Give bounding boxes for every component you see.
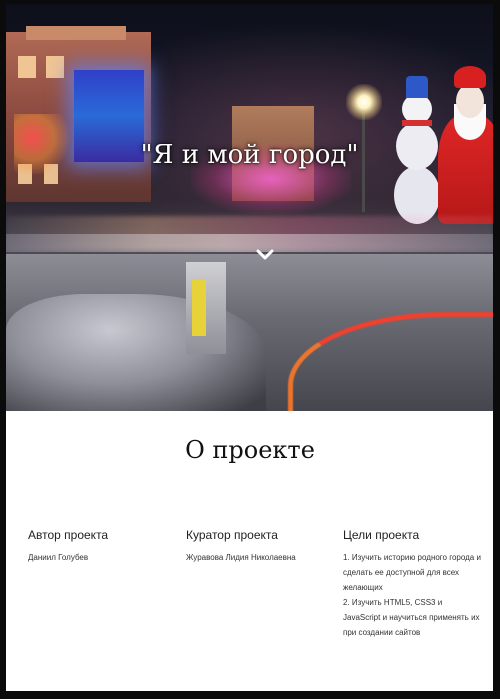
about-heading: О проекте [185,436,315,464]
curator-column: Куратор проекта Журавова Лидия Николаевн… [186,528,336,565]
goal-item: 2. Изучить HTML5, CSS3 и JavaScript и на… [343,598,480,637]
street-kiosk [186,262,226,354]
hero-section: "Я и мой город" [6,4,493,411]
goals-label: Цели проекта [343,528,420,542]
snow-bank [6,294,266,411]
curator-label: Куратор проекта [186,528,278,542]
hero-title: "Я и мой город" [140,140,359,170]
author-value: Даниил Голубев [28,553,89,562]
chevron-down-icon[interactable] [256,248,274,262]
street-lamp [346,84,382,120]
author-label: Автор проекта [28,528,109,542]
goals-column: Цели проекта 1. Изучить историю родного … [343,528,481,640]
goal-item: 1. Изучить историю родного города и сдел… [343,553,481,592]
author-column: Автор проекта Даниил Голубев [28,528,178,565]
curator-value: Журавова Лидия Николаевна [186,553,296,562]
